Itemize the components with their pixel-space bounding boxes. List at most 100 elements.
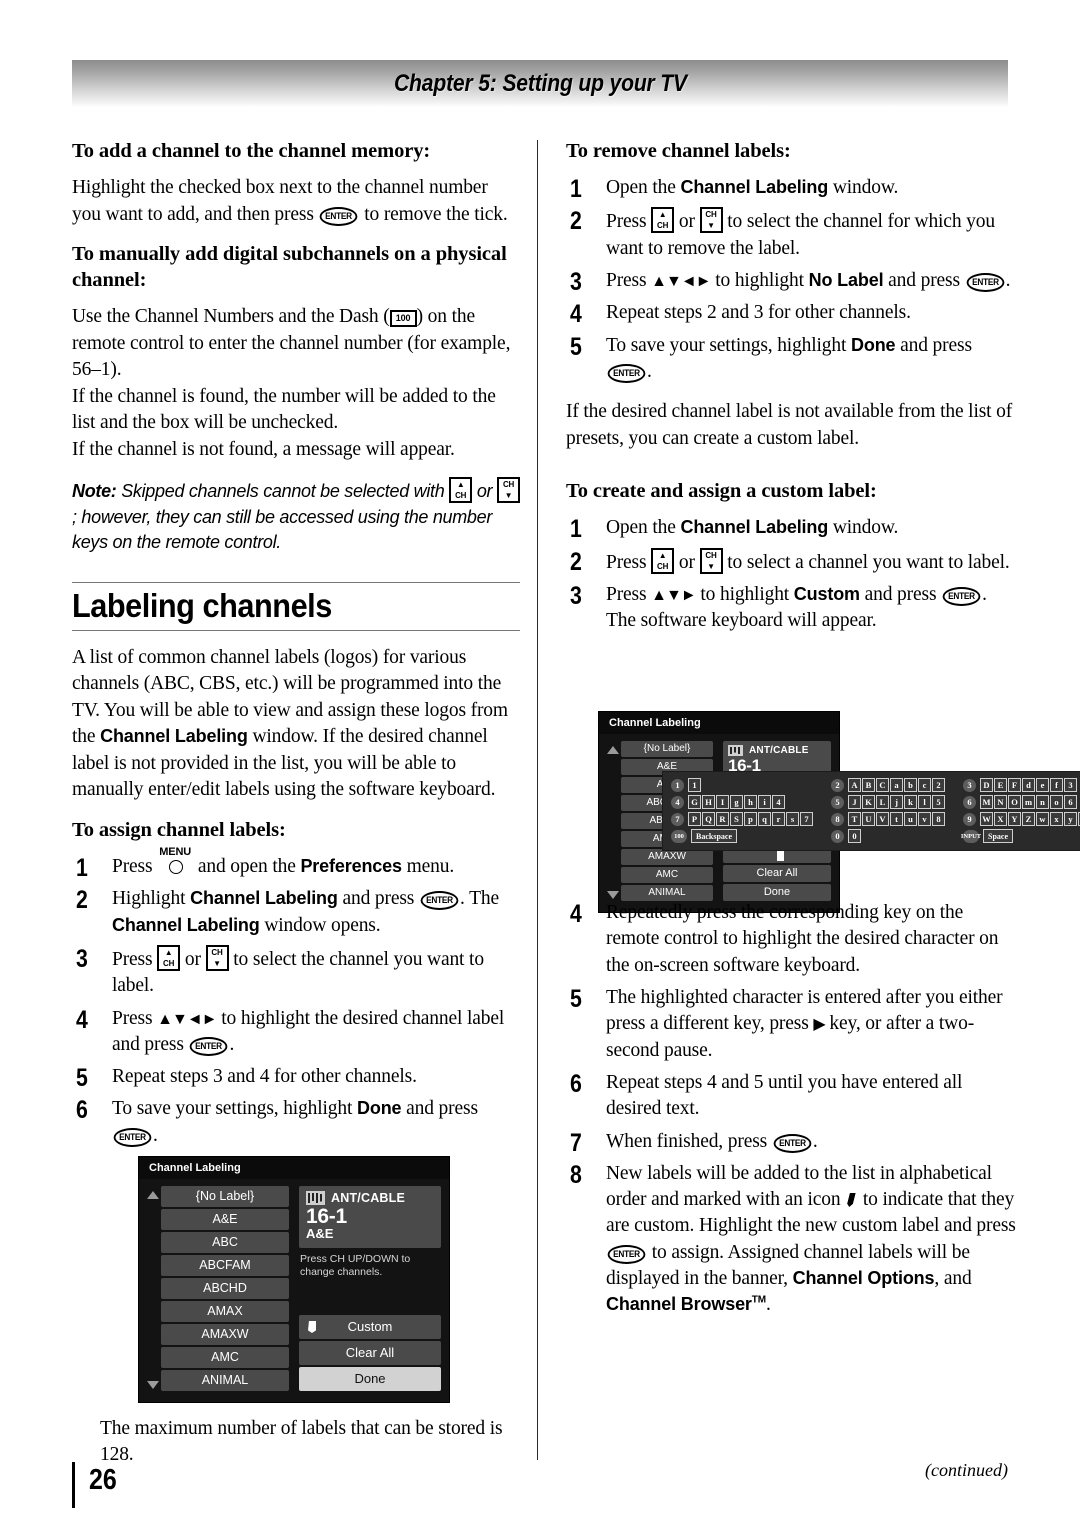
key-char[interactable]: l: [918, 795, 931, 809]
key-char[interactable]: h: [744, 795, 757, 809]
list-item[interactable]: ABCFAM: [161, 1255, 289, 1276]
list-item[interactable]: AMC: [621, 867, 713, 883]
key-char[interactable]: P: [688, 812, 701, 826]
key-char[interactable]: T: [848, 812, 861, 826]
clear-all-button[interactable]: Clear All: [723, 865, 831, 882]
key-char[interactable]: 7: [800, 812, 813, 826]
key-char[interactable]: C: [876, 778, 889, 792]
key-char[interactable]: y: [1064, 812, 1077, 826]
space-key[interactable]: Space: [983, 829, 1013, 843]
key-char[interactable]: A: [848, 778, 861, 792]
key-char[interactable]: 3: [1064, 778, 1077, 792]
numkey-4[interactable]: 4: [671, 795, 684, 809]
backspace-key[interactable]: Backspace: [691, 829, 737, 843]
key-char[interactable]: t: [890, 812, 903, 826]
key-char[interactable]: b: [904, 778, 917, 792]
scroll-down-arrow-icon[interactable]: [147, 1381, 159, 1389]
key-char[interactable]: Z: [1022, 812, 1035, 826]
done-button[interactable]: Done: [723, 884, 831, 901]
list-item[interactable]: {No Label}: [621, 741, 713, 757]
key-char[interactable]: n: [1036, 795, 1049, 809]
numkey-3[interactable]: 3: [963, 778, 976, 792]
key-char[interactable]: K: [862, 795, 875, 809]
tv1-scroll-column[interactable]: [145, 1186, 161, 1393]
key-char[interactable]: 4: [772, 795, 785, 809]
key-char[interactable]: s: [786, 812, 799, 826]
key-char[interactable]: j: [890, 795, 903, 809]
numkey-7[interactable]: 7: [671, 812, 684, 826]
key-char[interactable]: q: [758, 812, 771, 826]
key-char[interactable]: M: [980, 795, 993, 809]
key-char[interactable]: L: [876, 795, 889, 809]
key-char[interactable]: G: [688, 795, 701, 809]
key-char[interactable]: Y: [1008, 812, 1021, 826]
list-item[interactable]: AMAXW: [161, 1324, 289, 1345]
list-item[interactable]: A&E: [161, 1209, 289, 1230]
clear-all-button[interactable]: Clear All: [299, 1341, 441, 1365]
key-char[interactable]: O: [1008, 795, 1021, 809]
key-char[interactable]: W: [980, 812, 993, 826]
key-char[interactable]: 0: [848, 829, 861, 843]
list-item[interactable]: ANIMAL: [161, 1370, 289, 1391]
numkey-100-dash[interactable]: 100: [671, 829, 687, 843]
key-char[interactable]: N: [994, 795, 1007, 809]
assign-step-3-a: Press: [112, 948, 158, 970]
numkey-1[interactable]: 1: [671, 778, 684, 792]
numkey-0[interactable]: 0: [831, 829, 844, 843]
key-char[interactable]: X: [994, 812, 1007, 826]
custom-button[interactable]: Custom: [299, 1315, 441, 1339]
key-char[interactable]: f: [1050, 778, 1063, 792]
key-char[interactable]: V: [876, 812, 889, 826]
numkey-input[interactable]: INPUT: [961, 829, 981, 843]
list-item[interactable]: AMC: [161, 1347, 289, 1368]
list-item[interactable]: AMAXW: [621, 849, 713, 865]
key-char[interactable]: 1: [688, 778, 701, 792]
key-char[interactable]: v: [918, 812, 931, 826]
list-item[interactable]: ABC: [161, 1232, 289, 1253]
key-char[interactable]: a: [890, 778, 903, 792]
key-char[interactable]: m: [1022, 795, 1035, 809]
keyboard-chars: MNOmno6: [980, 795, 1077, 809]
key-char[interactable]: J: [848, 795, 861, 809]
key-char[interactable]: u: [904, 812, 917, 826]
list-item[interactable]: ABCHD: [161, 1278, 289, 1299]
key-char[interactable]: H: [702, 795, 715, 809]
key-char[interactable]: U: [862, 812, 875, 826]
key-char[interactable]: 6: [1064, 795, 1077, 809]
key-char[interactable]: o: [1050, 795, 1063, 809]
key-char[interactable]: e: [1036, 778, 1049, 792]
key-char[interactable]: R: [716, 812, 729, 826]
scroll-up-arrow-icon[interactable]: [607, 746, 619, 754]
key-char[interactable]: E: [994, 778, 1007, 792]
key-char[interactable]: Q: [702, 812, 715, 826]
key-char[interactable]: B: [862, 778, 875, 792]
key-char[interactable]: D: [980, 778, 993, 792]
list-item[interactable]: ANIMAL: [621, 885, 713, 901]
key-char[interactable]: p: [744, 812, 757, 826]
key-char[interactable]: i: [758, 795, 771, 809]
key-char[interactable]: F: [1008, 778, 1021, 792]
key-char[interactable]: 5: [932, 795, 945, 809]
key-char[interactable]: w: [1036, 812, 1049, 826]
numkey-5[interactable]: 5: [831, 795, 844, 809]
key-char[interactable]: 8: [932, 812, 945, 826]
key-char[interactable]: g: [730, 795, 743, 809]
key-char[interactable]: 2: [932, 778, 945, 792]
key-char[interactable]: S: [730, 812, 743, 826]
numkey-8[interactable]: 8: [831, 812, 844, 826]
numkey-9[interactable]: 9: [963, 812, 976, 826]
key-char[interactable]: c: [918, 778, 931, 792]
numkey-6[interactable]: 6: [963, 795, 976, 809]
scroll-down-arrow-icon[interactable]: [607, 891, 619, 899]
numkey-2[interactable]: 2: [831, 778, 844, 792]
key-char[interactable]: k: [904, 795, 917, 809]
list-item[interactable]: {No Label}: [161, 1186, 289, 1207]
key-char[interactable]: I: [716, 795, 729, 809]
done-button[interactable]: Done: [299, 1367, 441, 1391]
scroll-up-arrow-icon[interactable]: [147, 1191, 159, 1199]
tv2-scroll-column[interactable]: [605, 741, 621, 903]
key-char[interactable]: d: [1022, 778, 1035, 792]
key-char[interactable]: x: [1050, 812, 1063, 826]
list-item[interactable]: AMAX: [161, 1301, 289, 1322]
key-char[interactable]: r: [772, 812, 785, 826]
